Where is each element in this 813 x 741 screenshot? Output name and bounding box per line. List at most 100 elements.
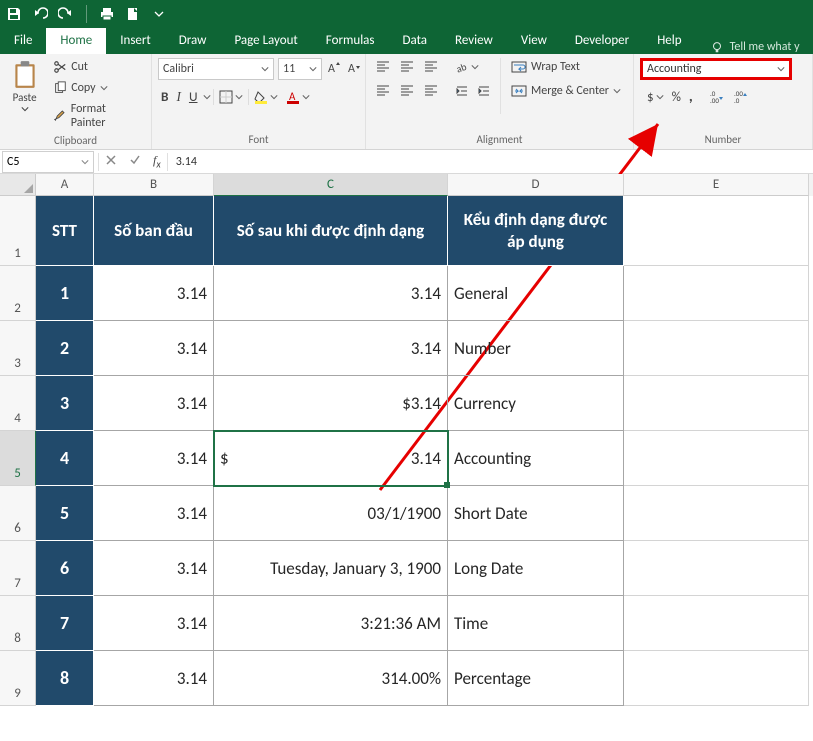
cell-A4[interactable]: 3 [36, 376, 94, 431]
cell-E3[interactable] [624, 321, 809, 376]
cell-E2[interactable] [624, 266, 809, 321]
cell-A7[interactable]: 6 [36, 541, 94, 596]
cell-B6[interactable]: 3.14 [94, 486, 214, 541]
cell-D3[interactable]: Number [448, 321, 624, 376]
tab-draw[interactable]: Draw [165, 28, 221, 54]
cell-C3[interactable]: 3.14 [214, 321, 448, 376]
copy-button[interactable]: Copy [49, 79, 145, 97]
cell-D4[interactable]: Currency [448, 376, 624, 431]
align-right-icon[interactable] [420, 82, 442, 100]
cell-B8[interactable]: 3.14 [94, 596, 214, 651]
row-header-6[interactable]: 6 [0, 486, 36, 541]
cell-C9[interactable]: 314.00% [214, 651, 448, 706]
cell-E4[interactable] [624, 376, 809, 431]
cell-E7[interactable] [624, 541, 809, 596]
cell-E6[interactable] [624, 486, 809, 541]
insert-function-button[interactable]: fx [147, 153, 167, 170]
cell-C2[interactable]: 3.14 [214, 266, 448, 321]
paste-button[interactable]: Paste [6, 58, 43, 115]
tab-formulas[interactable]: Formulas [312, 28, 389, 54]
quick-print-icon[interactable] [99, 6, 115, 22]
bold-button[interactable]: B [158, 86, 171, 107]
row-header-8[interactable]: 8 [0, 596, 36, 651]
font-color-button[interactable]: A [283, 88, 313, 106]
decrease-decimal-button[interactable] [730, 87, 752, 107]
comma-format-button[interactable]: , [686, 86, 696, 108]
row-header-2[interactable]: 2 [0, 266, 36, 321]
cell-B4[interactable]: 3.14 [94, 376, 214, 431]
cell-B1[interactable]: Số ban đầu [94, 196, 214, 266]
increase-indent-icon[interactable] [474, 82, 494, 100]
cell-C8[interactable]: 3:21:36 AM [214, 596, 448, 651]
col-header-E[interactable]: E [624, 174, 809, 196]
col-header-A[interactable]: A [36, 174, 94, 196]
decrease-font-icon[interactable] [346, 59, 362, 79]
merge-center-button[interactable]: Merge & Center [507, 82, 625, 100]
col-header-B[interactable]: B [94, 174, 214, 196]
row-header-4[interactable]: 4 [0, 376, 36, 431]
wrap-text-button[interactable]: Wrap Text [507, 58, 625, 76]
cell-A6[interactable]: 5 [36, 486, 94, 541]
align-middle-icon[interactable] [396, 58, 418, 76]
cell-C7[interactable]: Tuesday, January 3, 1900 [214, 541, 448, 596]
cell-B5[interactable]: 3.14 [94, 431, 214, 486]
borders-button[interactable] [216, 88, 246, 106]
qat-customize-icon[interactable] [151, 6, 167, 22]
cell-A3[interactable]: 2 [36, 321, 94, 376]
cut-button[interactable]: Cut [49, 58, 145, 76]
undo-icon[interactable] [32, 6, 48, 22]
cancel-edit-icon[interactable] [99, 154, 123, 170]
align-left-icon[interactable] [372, 82, 394, 100]
align-top-icon[interactable] [372, 58, 394, 76]
cell-A9[interactable]: 8 [36, 651, 94, 706]
cell-A5[interactable]: 4 [36, 431, 94, 486]
accounting-format-button[interactable]: $ [644, 88, 667, 107]
cell-B9[interactable]: 3.14 [94, 651, 214, 706]
decrease-indent-icon[interactable] [452, 82, 472, 100]
tab-data[interactable]: Data [389, 28, 442, 54]
cell-D2[interactable]: General [448, 266, 624, 321]
col-header-D[interactable]: D [448, 174, 624, 196]
align-bottom-icon[interactable] [420, 58, 442, 76]
row-header-3[interactable]: 3 [0, 321, 36, 376]
align-center-icon[interactable] [396, 82, 418, 100]
cell-B7[interactable]: 3.14 [94, 541, 214, 596]
cell-E9[interactable] [624, 651, 809, 706]
font-size-select[interactable]: 11 [278, 58, 322, 80]
caret-down-icon[interactable] [203, 93, 211, 101]
increase-font-icon[interactable] [326, 59, 342, 79]
confirm-edit-icon[interactable] [123, 154, 147, 170]
redo-icon[interactable] [58, 6, 74, 22]
cell-A8[interactable]: 7 [36, 596, 94, 651]
row-header-5[interactable]: 5 [0, 431, 36, 486]
tab-view[interactable]: View [507, 28, 561, 54]
percent-format-button[interactable]: % [669, 88, 684, 107]
cell-D9[interactable]: Percentage [448, 651, 624, 706]
number-format-select[interactable]: Accounting [640, 58, 792, 80]
tab-file[interactable]: File [0, 28, 46, 54]
col-header-C[interactable]: C [214, 174, 448, 196]
cell-E5[interactable] [624, 431, 809, 486]
select-all-button[interactable] [0, 174, 36, 196]
save-icon[interactable] [6, 6, 22, 22]
format-painter-button[interactable]: Format Painter [49, 100, 145, 132]
cell-D7[interactable]: Long Date [448, 541, 624, 596]
cell-C4[interactable]: $3.14 [214, 376, 448, 431]
new-file-icon[interactable] [125, 6, 141, 22]
name-box[interactable]: C5 [2, 151, 94, 173]
row-header-7[interactable]: 7 [0, 541, 36, 596]
cell-C1[interactable]: Số sau khi được định dạng [214, 196, 448, 266]
formula-value[interactable]: 3.14 [168, 155, 205, 169]
tab-home[interactable]: Home [46, 28, 106, 54]
cell-B2[interactable]: 3.14 [94, 266, 214, 321]
cell-A1[interactable]: STT [36, 196, 94, 266]
cell-E8[interactable] [624, 596, 809, 651]
font-name-select[interactable]: Calibri [158, 58, 274, 80]
cell-D8[interactable]: Time [448, 596, 624, 651]
row-header-9[interactable]: 9 [0, 651, 36, 706]
cell-B3[interactable]: 3.14 [94, 321, 214, 376]
fill-color-button[interactable] [251, 88, 281, 106]
tab-insert[interactable]: Insert [106, 28, 165, 54]
underline-button[interactable]: U [186, 86, 201, 107]
cell-D6[interactable]: Short Date [448, 486, 624, 541]
